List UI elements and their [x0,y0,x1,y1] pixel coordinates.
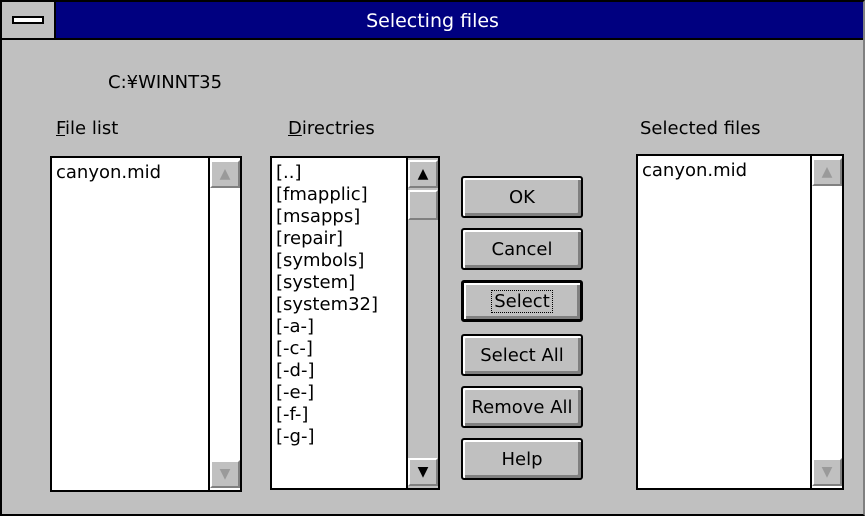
directories-label: Directries [288,118,375,140]
select-button-label: Select [491,289,553,313]
scroll-down-button[interactable]: ▼ [210,460,240,488]
scroll-thumb[interactable] [408,190,438,220]
file-list-mnemonic: F [56,118,66,139]
file-list-scrollbar[interactable]: ▲ ▼ [208,158,240,490]
cancel-button[interactable]: Cancel [461,228,583,270]
current-path-label: C:¥WINNT35 [108,72,223,93]
arrow-down-icon: ▼ [417,464,429,480]
remove-all-button[interactable]: Remove All [461,386,583,428]
list-item[interactable]: [symbols] [276,250,402,272]
help-button[interactable]: Help [461,438,583,480]
scroll-up-button[interactable]: ▲ [210,160,240,188]
file-list-label-text: ile list [65,118,119,139]
list-item[interactable]: [-g-] [276,426,402,448]
list-item[interactable]: canyon.mid [642,160,806,182]
directories-list-box[interactable]: [..] [fmapplic] [msapps] [repair] [symbo… [270,156,440,490]
list-item[interactable]: [fmapplic] [276,184,402,206]
list-item[interactable]: [-a-] [276,316,402,338]
list-item[interactable]: [msapps] [276,206,402,228]
file-list-items: canyon.mid [56,162,204,486]
directories-list-items: [..] [fmapplic] [msapps] [repair] [symbo… [276,162,402,484]
scroll-down-button[interactable]: ▼ [812,458,842,486]
list-item[interactable]: [system] [276,272,402,294]
list-item[interactable]: [-c-] [276,338,402,360]
list-item[interactable]: [system32] [276,294,402,316]
list-item[interactable]: [-d-] [276,360,402,382]
selected-files-items: canyon.mid [642,160,806,484]
selected-files-list-box[interactable]: canyon.mid ▲ ▼ [636,154,844,490]
scroll-down-button[interactable]: ▼ [408,458,438,486]
title-bar[interactable]: Selecting files [2,2,863,40]
scroll-up-button[interactable]: ▲ [408,160,438,188]
arrow-up-icon: ▲ [821,164,833,180]
list-item[interactable]: canyon.mid [56,162,204,184]
arrow-down-icon: ▼ [219,466,231,482]
arrow-down-icon: ▼ [821,464,833,480]
list-item[interactable]: [-f-] [276,404,402,426]
arrow-up-icon: ▲ [417,166,429,182]
scroll-up-button[interactable]: ▲ [812,158,842,186]
file-list-box[interactable]: canyon.mid ▲ ▼ [50,156,242,492]
select-all-button[interactable]: Select All [461,334,583,376]
directories-mnemonic: D [288,118,302,139]
list-item[interactable]: [repair] [276,228,402,250]
selected-files-scrollbar[interactable]: ▲ ▼ [810,156,842,488]
list-item[interactable]: [..] [276,162,402,184]
dialog-window: Selecting files C:¥WINNT35 File list Dir… [0,0,865,516]
directories-scrollbar[interactable]: ▲ ▼ [406,158,438,488]
list-item[interactable]: [-e-] [276,382,402,404]
selected-files-label: Selected files [640,118,761,139]
ok-button[interactable]: OK [461,176,583,218]
directories-label-text: irectries [301,118,375,139]
select-button[interactable]: Select [461,280,583,322]
arrow-up-icon: ▲ [219,166,231,182]
file-list-label: File list [56,118,118,140]
window-title: Selecting files [366,10,499,32]
